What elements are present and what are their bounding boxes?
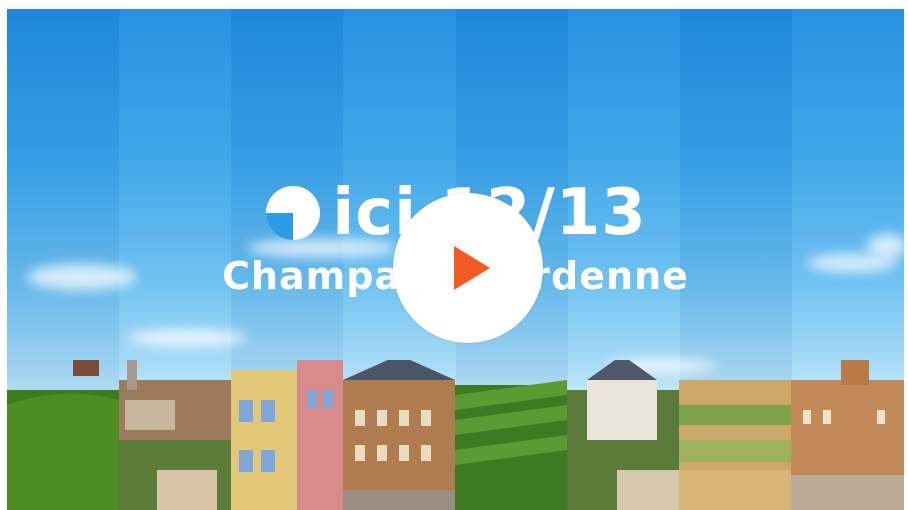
video-player[interactable]: ici 12/13 Champagne-Ardenne xyxy=(7,9,904,510)
cloud xyxy=(127,329,247,347)
play-icon xyxy=(454,246,490,290)
landscape-montage xyxy=(7,360,904,510)
play-button[interactable] xyxy=(393,193,543,343)
ici-logo-icon xyxy=(266,186,321,240)
